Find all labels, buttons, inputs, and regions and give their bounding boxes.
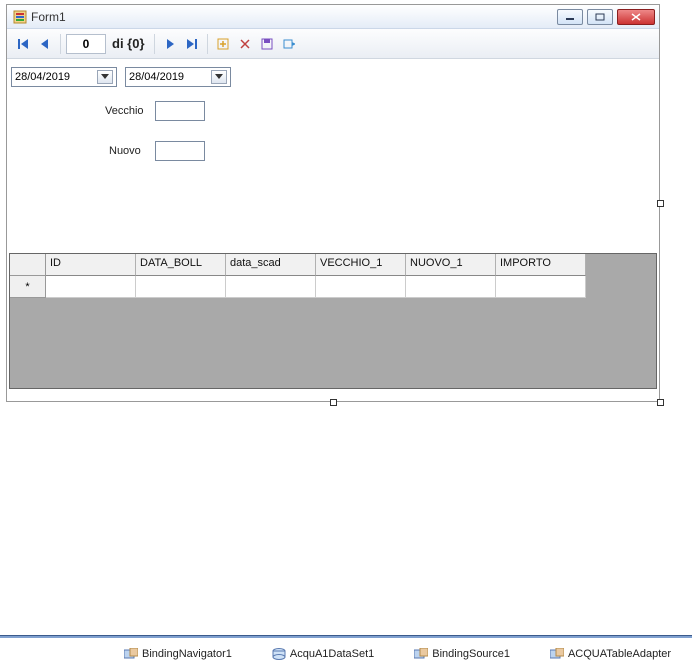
minimize-button[interactable] xyxy=(557,9,583,25)
nav-next-button[interactable] xyxy=(160,33,180,55)
datepicker-1-value: 28/04/2019 xyxy=(15,71,70,83)
cell[interactable] xyxy=(46,276,136,298)
tray-label: BindingNavigator1 xyxy=(142,648,232,660)
cell[interactable] xyxy=(316,276,406,298)
form-window: Form1 di {0} 28/04/2019 28/04/2019 xyxy=(6,4,660,402)
titlebar: Form1 xyxy=(7,5,659,29)
nav-extra-button[interactable] xyxy=(279,33,299,55)
grid-header: ID DATA_BOLL data_scad VECCHIO_1 NUOVO_1… xyxy=(10,254,656,276)
client-area: 28/04/2019 28/04/2019 Vecchio Nuovo ID D… xyxy=(7,59,659,401)
grid-corner[interactable] xyxy=(10,254,46,276)
app-icon xyxy=(13,10,27,24)
component-icon xyxy=(414,648,428,660)
nav-prev-button[interactable] xyxy=(35,33,55,55)
col-data-boll[interactable]: DATA_BOLL xyxy=(136,254,226,276)
data-grid[interactable]: ID DATA_BOLL data_scad VECCHIO_1 NUOVO_1… xyxy=(9,253,657,389)
dropdown-icon[interactable] xyxy=(97,70,113,84)
col-id[interactable]: ID xyxy=(46,254,136,276)
tray-separator xyxy=(0,635,692,638)
tray-label: ACQUATableAdapter xyxy=(568,648,671,660)
tray-label: AcquA1DataSet1 xyxy=(290,648,374,660)
col-importo[interactable]: IMPORTO xyxy=(496,254,586,276)
datepicker-2-value: 28/04/2019 xyxy=(129,71,184,83)
component-icon xyxy=(124,648,138,660)
vecchio-label: Vecchio xyxy=(105,105,144,117)
nav-last-button[interactable] xyxy=(182,33,202,55)
cell[interactable] xyxy=(136,276,226,298)
binding-navigator: di {0} xyxy=(7,29,659,59)
close-button[interactable] xyxy=(617,9,655,25)
nav-total-label: di {0} xyxy=(108,36,149,51)
datepicker-2[interactable]: 28/04/2019 xyxy=(125,67,231,87)
window-title: Form1 xyxy=(31,10,66,24)
maximize-button[interactable] xyxy=(587,9,613,25)
nav-save-button[interactable] xyxy=(257,33,277,55)
vecchio-input[interactable] xyxy=(155,101,205,121)
nav-add-button[interactable] xyxy=(213,33,233,55)
nuovo-label: Nuovo xyxy=(109,145,141,157)
nav-position-input[interactable] xyxy=(66,34,106,54)
grid-new-row[interactable]: * xyxy=(10,276,656,298)
tray-bindingsource[interactable]: BindingSource1 xyxy=(414,648,510,660)
dropdown-icon[interactable] xyxy=(211,70,227,84)
col-vecchio-1[interactable]: VECCHIO_1 xyxy=(316,254,406,276)
tray-dataset[interactable]: AcquA1DataSet1 xyxy=(272,648,374,660)
cell[interactable] xyxy=(226,276,316,298)
component-icon xyxy=(550,648,564,660)
window-controls xyxy=(557,9,655,25)
nuovo-input[interactable] xyxy=(155,141,205,161)
col-nuovo-1[interactable]: NUOVO_1 xyxy=(406,254,496,276)
row-header-new[interactable]: * xyxy=(10,276,46,298)
component-icon xyxy=(272,648,286,660)
nav-first-button[interactable] xyxy=(13,33,33,55)
tray-bindingnavigator[interactable]: BindingNavigator1 xyxy=(124,648,232,660)
cell[interactable] xyxy=(406,276,496,298)
component-tray: BindingNavigator1 AcquA1DataSet1 Binding… xyxy=(0,644,700,664)
tray-label: BindingSource1 xyxy=(432,648,510,660)
selection-handle-bottom[interactable] xyxy=(330,399,337,406)
cell[interactable] xyxy=(496,276,586,298)
datepicker-1[interactable]: 28/04/2019 xyxy=(11,67,117,87)
selection-handle-corner[interactable] xyxy=(657,399,664,406)
col-data-scad[interactable]: data_scad xyxy=(226,254,316,276)
tray-tableadapter[interactable]: ACQUATableAdapter xyxy=(550,648,671,660)
nav-delete-button[interactable] xyxy=(235,33,255,55)
selection-handle-right[interactable] xyxy=(657,200,664,207)
